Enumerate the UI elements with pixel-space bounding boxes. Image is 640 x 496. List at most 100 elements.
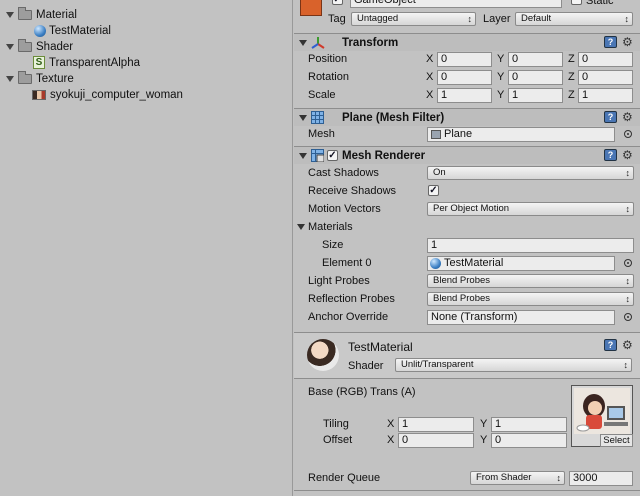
texture-select-button[interactable]: Select [600, 434, 633, 447]
shader-icon: S [33, 56, 45, 70]
tree-item-material-folder[interactable]: Material [6, 6, 77, 23]
rotation-label: Rotation [308, 71, 349, 83]
mesh-filter-header[interactable]: Plane (Mesh Filter) ? ⚙ [294, 108, 640, 126]
mesh-filter-title: Plane (Mesh Filter) [342, 112, 445, 124]
position-y-field[interactable]: 0 [508, 52, 563, 67]
scale-y-field[interactable]: 1 [508, 88, 563, 103]
transform-axes-icon [311, 37, 325, 49]
rotation-x-field[interactable]: 0 [437, 70, 492, 85]
mesh-renderer-icon [311, 149, 324, 162]
receive-shadows-label: Receive Shadows [308, 185, 397, 197]
layer-dropdown[interactable]: Default [515, 12, 633, 26]
reflection-probes-dropdown[interactable]: Blend Probes [427, 292, 634, 306]
mesh-renderer-title: Mesh Renderer [342, 150, 426, 162]
tree-item-texture-folder[interactable]: Texture [6, 70, 74, 87]
tree-item-label: TransparentAlpha [49, 57, 140, 69]
inspector-panel: ✓ GameObject Static Tag Untagged Layer D… [294, 0, 640, 496]
position-label: Position [308, 53, 348, 65]
offset-y-field[interactable]: 0 [491, 433, 567, 448]
render-queue-value-field[interactable]: 3000 [569, 471, 633, 486]
texture-slot[interactable]: Select [571, 385, 633, 447]
help-book-icon[interactable]: ? [604, 111, 617, 123]
expand-arrow-icon[interactable] [6, 11, 14, 18]
tree-item-label: Texture [36, 73, 74, 85]
material-header: TestMaterial Shader Unlit/Transparent ? … [294, 333, 640, 378]
folder-icon [18, 38, 32, 52]
gear-icon[interactable]: ⚙ [622, 36, 633, 48]
offset-y-axis: Y [480, 434, 488, 446]
render-queue-label: Render Queue [308, 472, 381, 484]
scale-x-field[interactable]: 1 [437, 88, 492, 103]
size-label: Size [322, 239, 344, 251]
scale-x-axis: X [426, 89, 434, 101]
offset-x-axis: X [387, 434, 395, 446]
mesh-grid-icon [431, 130, 441, 139]
transform-header[interactable]: Transform ? ⚙ [294, 33, 640, 51]
motion-vectors-dropdown[interactable]: Per Object Motion [427, 202, 634, 216]
tiling-y-axis: Y [480, 418, 488, 430]
scale-z-field[interactable]: 1 [578, 88, 633, 103]
render-queue-mode-dropdown[interactable]: From Shader [470, 471, 565, 485]
rotation-y-field[interactable]: 0 [508, 70, 563, 85]
cast-shadows-dropdown[interactable]: On [427, 166, 634, 180]
help-book-icon[interactable]: ? [604, 339, 617, 351]
mesh-renderer-enabled-checkbox[interactable]: ✓ [327, 150, 338, 161]
rotation-z-field[interactable]: 0 [578, 70, 633, 85]
tree-item-shader-folder[interactable]: Shader [6, 38, 74, 55]
gameobject-name-field[interactable]: GameObject [350, 0, 562, 8]
layer-label: Layer [483, 13, 511, 25]
light-probes-dropdown[interactable]: Blend Probes [427, 274, 634, 288]
tiling-x-field[interactable]: 1 [398, 417, 474, 432]
object-picker-icon[interactable] [624, 313, 632, 321]
materials-size-field[interactable]: 1 [427, 238, 634, 253]
static-checkbox[interactable] [571, 0, 582, 5]
tree-item-label: TestMaterial [49, 25, 111, 37]
expand-arrow-icon[interactable] [6, 75, 14, 82]
position-x-axis: X [426, 53, 434, 65]
base-texture-label: Base (RGB) Trans (A) [308, 386, 416, 398]
expand-arrow-icon[interactable] [6, 43, 14, 50]
collapse-arrow-icon[interactable] [299, 40, 307, 46]
mesh-label: Mesh [308, 128, 335, 140]
materials-expand-arrow-icon[interactable] [297, 224, 305, 230]
gameobject-active-checkbox[interactable]: ✓ [332, 0, 343, 5]
material-sphere-icon [34, 24, 46, 37]
tag-dropdown[interactable]: Untagged [351, 12, 476, 26]
section-divider [294, 378, 640, 379]
tree-item-label: Shader [36, 41, 74, 53]
light-probes-label: Light Probes [308, 275, 370, 287]
position-x-field[interactable]: 0 [437, 52, 492, 67]
collapse-arrow-icon[interactable] [299, 153, 307, 159]
tag-label: Tag [328, 13, 346, 25]
static-label: Static [586, 0, 614, 7]
help-book-icon[interactable]: ? [604, 149, 617, 161]
offset-x-field[interactable]: 0 [398, 433, 474, 448]
rotation-y-axis: Y [497, 71, 505, 83]
project-panel: Material TestMaterial Shader S Transparen… [0, 0, 293, 496]
reflection-probes-label: Reflection Probes [308, 293, 395, 305]
position-z-field[interactable]: 0 [578, 52, 633, 67]
tiling-y-field[interactable]: 1 [491, 417, 567, 432]
gear-icon[interactable]: ⚙ [622, 111, 633, 123]
scale-label: Scale [308, 89, 336, 101]
collapse-arrow-icon[interactable] [299, 115, 307, 121]
tree-item-transparentalpha[interactable]: S TransparentAlpha [33, 55, 140, 71]
mesh-object-field[interactable]: Plane [427, 127, 615, 142]
element0-object-field[interactable]: TestMaterial [427, 256, 615, 271]
tree-item-label: Material [36, 9, 77, 21]
anchor-override-field[interactable]: None (Transform) [427, 310, 615, 325]
gear-icon[interactable]: ⚙ [622, 149, 633, 161]
gear-icon[interactable]: ⚙ [622, 339, 633, 351]
folder-icon [18, 6, 32, 20]
materials-label: Materials [308, 221, 353, 233]
object-picker-icon[interactable] [624, 130, 632, 138]
tree-item-testmaterial[interactable]: TestMaterial [34, 23, 111, 39]
help-book-icon[interactable]: ? [604, 36, 617, 48]
mesh-renderer-header[interactable]: ✓ Mesh Renderer ? ⚙ [294, 146, 640, 164]
cast-shadows-label: Cast Shadows [308, 167, 379, 179]
object-picker-icon[interactable] [624, 259, 632, 267]
shader-dropdown[interactable]: Unlit/Transparent [395, 358, 632, 372]
mesh-filter-icon [311, 111, 324, 124]
tree-item-syokuji-texture[interactable]: syokuji_computer_woman [32, 87, 183, 103]
receive-shadows-checkbox[interactable]: ✓ [428, 185, 439, 196]
